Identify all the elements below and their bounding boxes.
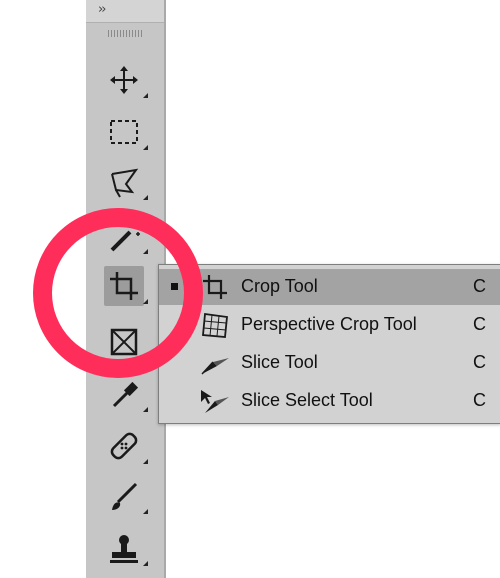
frame-icon: [110, 328, 138, 356]
menu-item-label: Slice Tool: [241, 352, 318, 372]
menu-item-slice-select-tool[interactable]: Slice Select Tool C: [159, 383, 500, 419]
slice-icon: [201, 358, 229, 375]
menu-item-perspective-crop-tool[interactable]: Perspective Crop Tool C: [159, 307, 500, 343]
lasso-tool-button[interactable]: [104, 162, 148, 202]
menu-item-shortcut: C: [473, 314, 486, 334]
crop-icon: [203, 275, 227, 299]
submenu-indicator-icon: [143, 561, 148, 566]
submenu-indicator-icon: [143, 407, 148, 412]
crop-icon: [110, 272, 138, 300]
stamp-icon: [110, 535, 138, 563]
marquee-tool-button[interactable]: [104, 112, 148, 152]
menu-item-label: Slice Select Tool: [241, 390, 373, 410]
crop-tool-button[interactable]: [104, 266, 148, 306]
healing-brush-tool-button[interactable]: [104, 426, 148, 466]
menu-item-slice-tool[interactable]: Slice Tool C: [159, 345, 500, 381]
submenu-indicator-icon: [143, 93, 148, 98]
submenu-indicator-icon: [143, 195, 148, 200]
perspective-crop-icon: [202, 312, 228, 338]
submenu-indicator-icon: [143, 249, 148, 254]
selected-bullet-icon: [171, 283, 178, 290]
eyedropper-icon: [112, 381, 139, 408]
panel-header[interactable]: ››: [86, 0, 166, 23]
submenu-indicator-icon: [143, 299, 148, 304]
submenu-indicator-icon: [143, 459, 148, 464]
slice-select-icon: [201, 390, 229, 413]
move-icon: [110, 66, 138, 94]
bandage-icon: [110, 432, 138, 460]
magic-wand-tool-button[interactable]: [104, 216, 148, 256]
magic-wand-icon: [110, 222, 140, 252]
submenu-indicator-icon: [143, 509, 148, 514]
menu-item-label: Perspective Crop Tool: [241, 314, 417, 334]
menu-item-crop-tool[interactable]: Crop Tool C: [159, 269, 500, 305]
polygonal-lasso-icon: [111, 168, 139, 198]
menu-item-shortcut: C: [473, 390, 486, 410]
menu-item-shortcut: C: [473, 276, 486, 296]
tools-panel: ››: [86, 0, 166, 578]
marquee-icon: [110, 120, 138, 144]
eyedropper-tool-button[interactable]: [104, 374, 148, 414]
panel-grip[interactable]: [108, 30, 144, 37]
move-tool-button[interactable]: [104, 60, 148, 100]
frame-tool-button[interactable]: [104, 322, 144, 362]
crop-tool-flyout-menu: Crop Tool C Perspective Crop Tool C Slic…: [158, 264, 500, 424]
stamp-tool-button[interactable]: [104, 528, 148, 568]
brush-icon: [112, 482, 138, 510]
menu-item-label: Crop Tool: [241, 276, 318, 296]
brush-tool-button[interactable]: [104, 476, 148, 516]
collapse-panel-icon[interactable]: ››: [98, 2, 107, 17]
submenu-indicator-icon: [143, 145, 148, 150]
menu-item-shortcut: C: [473, 352, 486, 372]
